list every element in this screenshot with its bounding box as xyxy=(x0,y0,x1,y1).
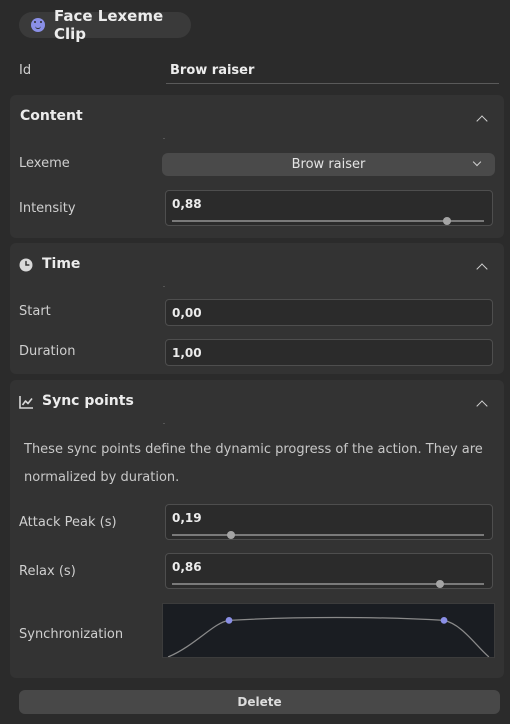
synchronization-curve[interactable] xyxy=(162,603,495,658)
relax-point[interactable] xyxy=(440,617,448,624)
clip-title-pill: Face Lexeme Clip xyxy=(19,7,191,43)
intensity-slider[interactable]: 0,88 xyxy=(165,190,493,226)
section-divider xyxy=(163,138,165,139)
relax-value: 0,86 xyxy=(172,560,202,574)
attack-peak-slider[interactable]: 0,19 xyxy=(165,504,493,540)
sync-curve-line xyxy=(167,616,490,657)
chart-line-icon xyxy=(19,396,33,409)
lexeme-dropdown[interactable]: Brow raiser xyxy=(162,153,495,176)
attack-peak-point[interactable] xyxy=(225,617,233,624)
start-value: 0,00 xyxy=(172,305,202,320)
duration-input[interactable]: 1,00 xyxy=(165,339,493,366)
start-input[interactable]: 0,00 xyxy=(165,299,493,326)
intensity-label: Intensity xyxy=(19,201,76,216)
duration-value: 1,00 xyxy=(172,345,202,360)
attack-peak-label: Attack Peak (s) xyxy=(19,515,117,530)
relax-thumb[interactable] xyxy=(436,580,445,588)
intensity-value: 0,88 xyxy=(172,197,202,211)
sync-points-section-title[interactable]: Sync points xyxy=(42,393,134,409)
chevron-down-icon xyxy=(472,157,482,167)
smile-icon xyxy=(31,18,45,32)
synchronization-label: Synchronization xyxy=(19,627,124,642)
content-section-title[interactable]: Content xyxy=(20,108,83,124)
sync-points-description: These sync points define the dynamic pro… xyxy=(24,442,483,485)
attack-peak-value: 0,19 xyxy=(172,511,202,525)
lexeme-label: Lexeme xyxy=(19,156,70,171)
clip-title: Face Lexeme Clip xyxy=(54,7,164,43)
id-underline xyxy=(166,83,499,84)
delete-button-label: Delete xyxy=(237,695,282,709)
intensity-thumb[interactable] xyxy=(442,217,451,225)
id-label: Id xyxy=(19,63,32,78)
clock-icon xyxy=(19,258,33,272)
delete-button[interactable]: Delete xyxy=(19,690,500,714)
start-label: Start xyxy=(19,304,51,319)
id-input[interactable]: Brow raiser xyxy=(170,63,254,78)
section-divider xyxy=(163,423,165,424)
attack-peak-track xyxy=(172,531,484,539)
duration-label: Duration xyxy=(19,344,76,359)
lexeme-dropdown-value: Brow raiser xyxy=(291,157,366,172)
attack-peak-thumb[interactable] xyxy=(227,531,236,539)
section-divider xyxy=(163,286,165,287)
time-section-title[interactable]: Time xyxy=(42,256,80,272)
intensity-track xyxy=(172,217,484,225)
relax-slider[interactable]: 0,86 xyxy=(165,553,493,589)
relax-label: Relax (s) xyxy=(19,564,76,579)
relax-track xyxy=(172,580,484,588)
